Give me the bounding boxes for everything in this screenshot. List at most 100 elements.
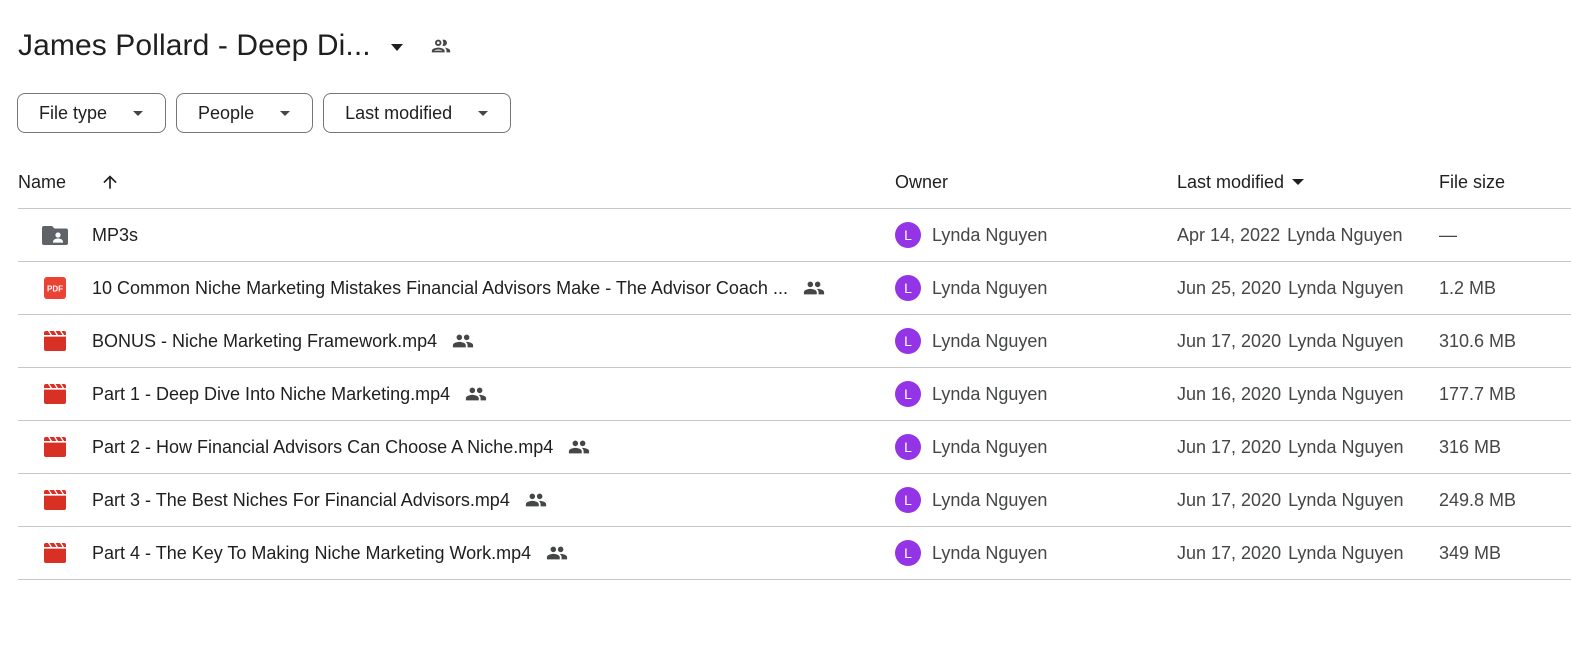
modified-by: Lynda Nguyen xyxy=(1288,542,1404,563)
file-name-cell[interactable]: BONUS - Niche Marketing Framework.mp4 xyxy=(92,315,474,367)
modified-by: Lynda Nguyen xyxy=(1288,277,1404,298)
column-last-modified[interactable]: Last modified xyxy=(1177,160,1305,204)
file-name-cell[interactable]: Part 4 - The Key To Making Niche Marketi… xyxy=(92,527,568,579)
video-icon xyxy=(42,421,68,473)
video-icon xyxy=(42,315,68,367)
dropdown-caret-icon xyxy=(133,110,144,116)
last-modified-cell: Jun 17, 2020 Lynda Nguyen xyxy=(1177,527,1404,579)
file-name-cell[interactable]: Part 1 - Deep Dive Into Niche Marketing.… xyxy=(92,368,487,420)
sort-descending-caret-icon xyxy=(1292,179,1305,185)
file-name: 10 Common Niche Marketing Mistakes Finan… xyxy=(92,277,788,298)
column-owner[interactable]: Owner xyxy=(895,160,948,204)
column-last-modified-label: Last modified xyxy=(1177,171,1285,192)
owner-cell: L Lynda Nguyen xyxy=(895,527,1047,579)
owner-cell: L Lynda Nguyen xyxy=(895,421,1047,473)
pdf-icon: PDF xyxy=(42,262,68,314)
shared-people-icon xyxy=(452,330,474,352)
last-modified-cell: Jun 25, 2020 Lynda Nguyen xyxy=(1177,262,1404,314)
video-icon xyxy=(42,474,68,526)
file-name-cell[interactable]: MP3s xyxy=(92,209,138,261)
shared-people-icon xyxy=(465,383,487,405)
file-name: Part 1 - Deep Dive Into Niche Marketing.… xyxy=(92,383,451,404)
dropdown-caret-icon xyxy=(478,110,489,116)
avatar[interactable]: L xyxy=(895,540,921,566)
owner-cell: L Lynda Nguyen xyxy=(895,474,1047,526)
owner-name: Lynda Nguyen xyxy=(932,383,1048,404)
table-row[interactable]: Part 3 - The Best Niches For Financial A… xyxy=(18,474,1571,527)
modified-date: Apr 14, 2022 xyxy=(1177,224,1281,245)
modified-date: Jun 17, 2020 xyxy=(1177,489,1282,510)
avatar[interactable]: L xyxy=(895,487,921,513)
modified-date: Jun 16, 2020 xyxy=(1177,383,1282,404)
shared-people-icon[interactable] xyxy=(429,34,453,58)
filter-file-type[interactable]: File type xyxy=(17,93,167,133)
folder-title[interactable]: James Pollard - Deep Di... xyxy=(18,29,371,63)
table-row[interactable]: Part 4 - The Key To Making Niche Marketi… xyxy=(18,527,1571,580)
file-size: 1.2 MB xyxy=(1439,277,1497,298)
owner-name: Lynda Nguyen xyxy=(932,542,1048,563)
owner-name: Lynda Nguyen xyxy=(932,436,1048,457)
filter-last-modified[interactable]: Last modified xyxy=(323,93,512,133)
shared-folder-icon xyxy=(42,209,68,261)
avatar[interactable]: L xyxy=(895,222,921,248)
owner-cell: L Lynda Nguyen xyxy=(895,315,1047,367)
file-name-cell[interactable]: 10 Common Niche Marketing Mistakes Finan… xyxy=(92,262,825,314)
shared-people-icon xyxy=(803,277,825,299)
column-file-size[interactable]: File size xyxy=(1439,160,1505,204)
modified-date: Jun 25, 2020 xyxy=(1177,277,1282,298)
sort-ascending-arrow-icon[interactable] xyxy=(98,160,122,204)
file-name-cell[interactable]: Part 3 - The Best Niches For Financial A… xyxy=(92,474,547,526)
filter-label: People xyxy=(198,102,255,123)
filter-label: File type xyxy=(39,102,108,123)
filter-label: Last modified xyxy=(345,102,453,123)
avatar[interactable]: L xyxy=(895,434,921,460)
shared-people-icon xyxy=(568,436,590,458)
table-header: Name Owner Last modified File size xyxy=(18,160,1571,209)
filter-bar: File type People Last modified xyxy=(17,93,512,133)
file-list: MP3s L Lynda Nguyen Apr 14, 2022 Lynda Nguye… xyxy=(18,209,1571,580)
modified-by: Lynda Nguyen xyxy=(1288,436,1404,457)
table-row[interactable]: Part 2 - How Financial Advisors Can Choo… xyxy=(18,421,1571,474)
filter-people[interactable]: People xyxy=(176,93,314,133)
file-size: 349 MB xyxy=(1439,542,1502,563)
svg-text:PDF: PDF xyxy=(47,285,63,294)
owner-cell: L Lynda Nguyen xyxy=(895,262,1047,314)
file-size: 249.8 MB xyxy=(1439,489,1517,510)
modified-by: Lynda Nguyen xyxy=(1288,383,1404,404)
avatar[interactable]: L xyxy=(895,381,921,407)
file-name: Part 4 - The Key To Making Niche Marketi… xyxy=(92,542,532,563)
file-name-cell[interactable]: Part 2 - How Financial Advisors Can Choo… xyxy=(92,421,590,473)
modified-by: Lynda Nguyen xyxy=(1288,489,1404,510)
last-modified-cell: Jun 17, 2020 Lynda Nguyen xyxy=(1177,474,1404,526)
table-row[interactable]: BONUS - Niche Marketing Framework.mp4 L Ly… xyxy=(18,315,1571,368)
owner-name: Lynda Nguyen xyxy=(932,224,1048,245)
modified-by: Lynda Nguyen xyxy=(1288,330,1404,351)
file-name: Part 3 - The Best Niches For Financial A… xyxy=(92,489,510,510)
shared-people-icon xyxy=(546,542,568,564)
file-name: Part 2 - How Financial Advisors Can Choo… xyxy=(92,436,554,457)
file-size: — xyxy=(1439,224,1457,245)
folder-header: James Pollard - Deep Di... xyxy=(18,24,453,68)
folder-menu-caret-icon[interactable] xyxy=(390,43,403,51)
owner-cell: L Lynda Nguyen xyxy=(895,368,1047,420)
modified-date: Jun 17, 2020 xyxy=(1177,436,1282,457)
dropdown-caret-icon xyxy=(280,110,291,116)
table-row[interactable]: PDF 10 Common Niche Marketing Mistakes Fi… xyxy=(18,262,1571,315)
table-row[interactable]: Part 1 - Deep Dive Into Niche Marketing.… xyxy=(18,368,1571,421)
file-size: 177.7 MB xyxy=(1439,383,1517,404)
column-name[interactable]: Name xyxy=(18,160,66,204)
owner-cell: L Lynda Nguyen xyxy=(895,209,1047,261)
file-name: BONUS - Niche Marketing Framework.mp4 xyxy=(92,330,438,351)
last-modified-cell: Apr 14, 2022 Lynda Nguyen xyxy=(1177,209,1403,261)
owner-name: Lynda Nguyen xyxy=(932,277,1048,298)
modified-date: Jun 17, 2020 xyxy=(1177,542,1282,563)
table-row[interactable]: MP3s L Lynda Nguyen Apr 14, 2022 Lynda Nguye… xyxy=(18,209,1571,262)
last-modified-cell: Jun 16, 2020 Lynda Nguyen xyxy=(1177,368,1404,420)
video-icon xyxy=(42,527,68,579)
shared-people-icon xyxy=(525,489,547,511)
owner-name: Lynda Nguyen xyxy=(932,330,1048,351)
file-size: 310.6 MB xyxy=(1439,330,1517,351)
last-modified-cell: Jun 17, 2020 Lynda Nguyen xyxy=(1177,421,1404,473)
avatar[interactable]: L xyxy=(895,328,921,354)
avatar[interactable]: L xyxy=(895,275,921,301)
